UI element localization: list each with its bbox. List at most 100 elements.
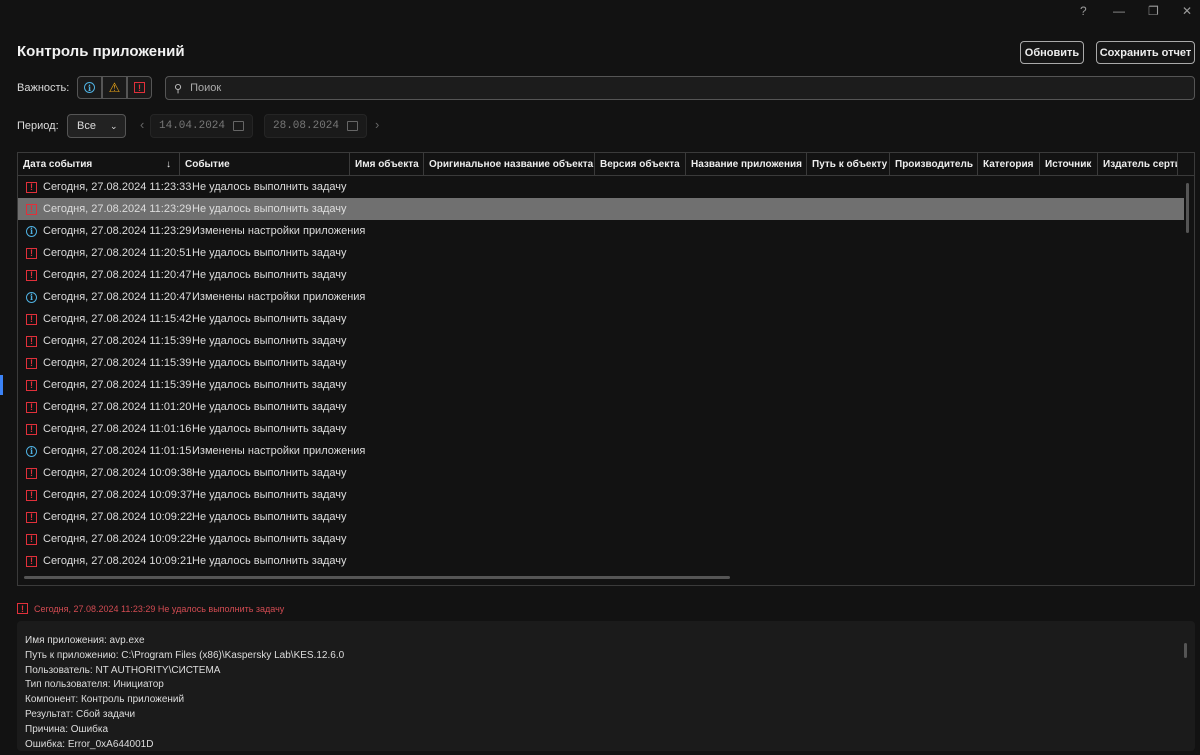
table-row[interactable]: ! Сегодня, 27.08.2024 11:01:20 Не удалось …: [18, 396, 1184, 418]
event-name: Не удалось выполнить задачу: [192, 357, 347, 369]
table-row[interactable]: ! Сегодня, 27.08.2024 10:09:22 Не удалось …: [18, 528, 1184, 550]
detail-line: Результат: Сбой задачи: [25, 708, 136, 720]
event-date: Сегодня, 27.08.2024 11:20:47: [43, 291, 192, 303]
event-name: Не удалось выполнить задачу: [192, 181, 347, 193]
calendar-icon[interactable]: [347, 121, 358, 131]
error-icon: !: [26, 269, 37, 281]
event-date: Сегодня, 27.08.2024 11:15:39: [43, 357, 192, 369]
error-icon: !: [26, 489, 37, 501]
details-scrollbar[interactable]: [1184, 643, 1187, 658]
column-header[interactable]: Имя объекта: [350, 153, 424, 176]
severity-label: Важность:: [17, 82, 70, 94]
event-date: Сегодня, 27.08.2024 11:15:42: [43, 313, 192, 325]
error-icon: !: [26, 313, 37, 325]
table-row[interactable]: ! Сегодня, 27.08.2024 11:15:42 Не удалось …: [18, 308, 1184, 330]
event-date: Сегодня, 27.08.2024 11:01:20: [43, 401, 192, 413]
event-date: Сегодня, 27.08.2024 11:23:29: [43, 203, 192, 215]
column-label: Дата события: [23, 159, 93, 170]
table-row[interactable]: i Сегодня, 27.08.2024 11:23:29 Изменены на…: [18, 220, 1184, 242]
table-row[interactable]: ! Сегодня, 27.08.2024 11:15:39 Не удалось …: [18, 374, 1184, 396]
event-name: Изменены настройки приложения: [192, 445, 366, 457]
summary-text: Сегодня, 27.08.2024 11:23:29 Не удалось …: [34, 603, 285, 614]
event-date: Сегодня, 27.08.2024 11:01:16: [43, 423, 192, 435]
info-icon: i: [26, 291, 37, 303]
sort-desc-icon[interactable]: ↓: [166, 159, 171, 170]
detail-line: Имя приложения: avp.exe: [25, 635, 145, 646]
event-name: Не удалось выполнить задачу: [192, 423, 347, 435]
date-from-value: 14.04.2024: [159, 120, 226, 132]
column-header[interactable]: Оригинальное название объекта: [424, 153, 595, 176]
table-row[interactable]: ! Сегодня, 27.08.2024 11:15:39 Не удалось …: [18, 352, 1184, 374]
event-name: Не удалось выполнить задачу: [192, 335, 347, 347]
prev-period-button[interactable]: ‹: [140, 117, 144, 132]
info-icon: i: [26, 225, 37, 237]
info-icon: i: [84, 82, 95, 93]
column-header[interactable]: Источник: [1040, 153, 1098, 176]
column-header[interactable]: Путь к объекту: [807, 153, 890, 176]
event-date: Сегодня, 27.08.2024 10:09:38: [43, 467, 193, 479]
error-icon: !: [26, 555, 37, 567]
event-date: Сегодня, 27.08.2024 10:09:22: [43, 533, 193, 545]
event-name: Изменены настройки приложения: [192, 225, 366, 237]
calendar-icon[interactable]: [233, 121, 244, 131]
table-body: ! Сегодня, 27.08.2024 11:23:33 Не удалось …: [18, 176, 1184, 572]
event-date: Сегодня, 27.08.2024 11:15:39: [43, 335, 192, 347]
save-report-button[interactable]: Сохранить отчет: [1096, 41, 1195, 64]
column-header[interactable]: Категория: [978, 153, 1040, 176]
restore-button[interactable]: ❐: [1148, 4, 1159, 18]
event-name: Не удалось выполнить задачу: [192, 247, 347, 259]
event-date: Сегодня, 27.08.2024 10:09:37: [43, 489, 193, 501]
table-row[interactable]: ! Сегодня, 27.08.2024 10:09:22 Не удалось …: [18, 506, 1184, 528]
event-date: Сегодня, 27.08.2024 11:23:29: [43, 225, 192, 237]
error-icon: !: [26, 467, 37, 479]
refresh-button[interactable]: Обновить: [1020, 41, 1084, 64]
column-header[interactable]: Версия объекта: [595, 153, 686, 176]
column-header[interactable]: Издатель сертифи: [1098, 153, 1178, 176]
horizontal-scrollbar[interactable]: [24, 576, 730, 579]
table-row[interactable]: ! Сегодня, 27.08.2024 11:15:39 Не удалось …: [18, 330, 1184, 352]
search-icon: ⚲: [174, 82, 183, 95]
date-from-input[interactable]: 14.04.2024: [150, 114, 253, 138]
event-date: Сегодня, 27.08.2024 11:20:47: [43, 269, 192, 281]
table-row[interactable]: i Сегодня, 27.08.2024 11:20:47 Изменены на…: [18, 286, 1184, 308]
column-header[interactable]: Дата события ↓: [18, 153, 180, 176]
date-to-input[interactable]: 28.08.2024: [264, 114, 367, 138]
vertical-scrollbar[interactable]: [1186, 183, 1189, 233]
table-row[interactable]: ! Сегодня, 27.08.2024 11:20:51 Не удалось …: [18, 242, 1184, 264]
event-name: Не удалось выполнить задачу: [192, 555, 347, 567]
table-row[interactable]: ! Сегодня, 27.08.2024 10:09:38 Не удалось …: [18, 462, 1184, 484]
event-date: Сегодня, 27.08.2024 11:23:33: [43, 181, 192, 193]
detail-line: Тип пользователя: Инициатор: [25, 679, 164, 691]
error-icon: !: [26, 401, 37, 413]
detail-line: Ошибка: Error_0xA644001D: [25, 738, 154, 750]
event-name: Изменены настройки приложения: [192, 291, 366, 303]
table-row[interactable]: i Сегодня, 27.08.2024 11:01:15 Изменены на…: [18, 440, 1184, 462]
detail-line: Пользователь: NT AUTHORITY\СИСТЕМА: [25, 664, 221, 676]
column-header[interactable]: Название приложения: [686, 153, 807, 176]
table-row[interactable]: ! Сегодня, 27.08.2024 11:23:33 Не удалось …: [18, 176, 1184, 198]
table-row[interactable]: ! Сегодня, 27.08.2024 11:20:47 Не удалось …: [18, 264, 1184, 286]
event-name: Не удалось выполнить задачу: [192, 511, 347, 523]
severity-warning-toggle[interactable]: ⚠: [102, 76, 127, 99]
event-date: Сегодня, 27.08.2024 10:09:21: [43, 555, 193, 567]
table-row[interactable]: ! Сегодня, 27.08.2024 10:09:21 Не удалось …: [18, 550, 1184, 572]
column-header[interactable]: Событие: [180, 153, 350, 176]
help-button[interactable]: ?: [1080, 4, 1087, 18]
next-period-button[interactable]: ›: [375, 117, 379, 132]
severity-info-toggle[interactable]: i: [77, 76, 102, 99]
error-icon: !: [134, 82, 145, 93]
table-row[interactable]: ! Сегодня, 27.08.2024 11:01:16 Не удалось …: [18, 418, 1184, 440]
date-to-value: 28.08.2024: [273, 120, 340, 132]
minimize-button[interactable]: —: [1113, 4, 1125, 18]
period-select[interactable]: Все ⌄: [67, 114, 126, 138]
event-name: Не удалось выполнить задачу: [192, 379, 347, 391]
table-row[interactable]: ! Сегодня, 27.08.2024 10:09:37 Не удалось …: [18, 484, 1184, 506]
severity-error-toggle[interactable]: !: [127, 76, 152, 99]
clipped-line: [25, 625, 1187, 635]
error-icon: !: [17, 603, 28, 614]
event-date: Сегодня, 27.08.2024 11:15:39: [43, 379, 192, 391]
close-button[interactable]: ✕: [1182, 4, 1192, 18]
column-header[interactable]: Производитель: [890, 153, 978, 176]
search-input[interactable]: ⚲ Поиок: [165, 76, 1195, 100]
table-row[interactable]: ! Сегодня, 27.08.2024 11:23:29 Не удалось …: [18, 198, 1184, 220]
